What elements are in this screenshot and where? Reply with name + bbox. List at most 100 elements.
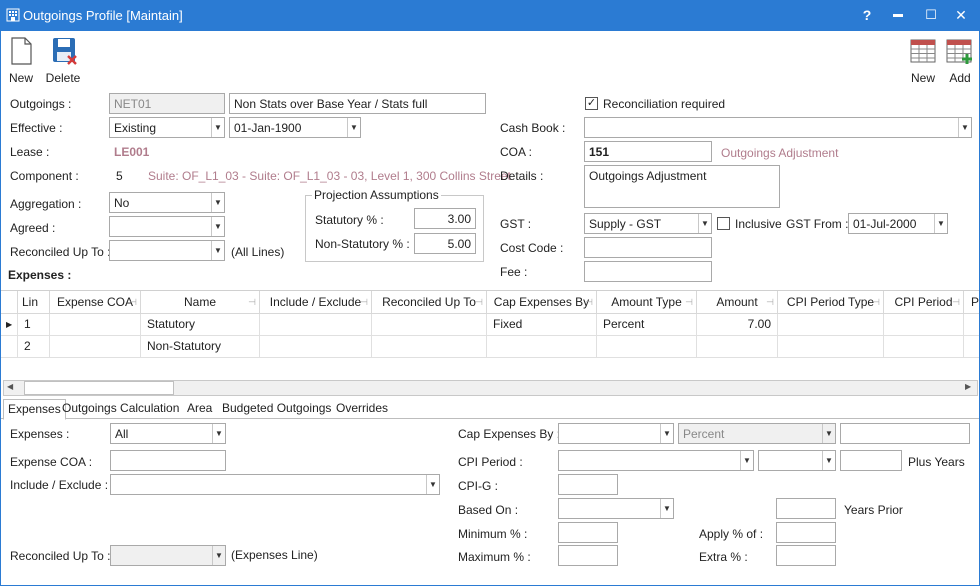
column-header[interactable]: P [964,291,979,314]
expense-coa-label: Expense COA : [10,455,93,469]
cpi-period-secondary-select[interactable]: ▼ [758,450,836,471]
table-cell[interactable] [964,336,979,358]
include-exclude-select[interactable]: ▼ [110,474,440,495]
minimize-button[interactable]: ▬ [887,4,909,26]
outgoings-label: Outgoings : [10,97,72,111]
add-button[interactable]: Add [944,36,976,85]
table-cell[interactable]: 2 [18,336,50,358]
non-statutory-field[interactable]: 5.00 [414,233,476,254]
expenses-grid: Lin Expense COA ⊣ Name ⊣ Include / Exclude… [1,290,979,380]
cap-amount-field[interactable] [840,423,970,444]
table-cell[interactable] [778,314,884,336]
column-header[interactable]: Name ⊣ [141,291,260,314]
apply-field[interactable] [776,522,836,543]
plus-years-field[interactable] [840,450,902,471]
table-cell[interactable]: Fixed [487,314,597,336]
aggregation-select[interactable]: No ▼ [109,192,225,213]
gst-label: GST : [500,217,532,231]
delete-button[interactable]: Delete [43,36,83,85]
tab-expenses[interactable]: Expenses [3,399,66,420]
statutory-field[interactable]: 3.00 [414,208,476,229]
table-cell[interactable] [50,314,141,336]
column-header[interactable]: Expense COA ⊣ [50,291,141,314]
column-header[interactable]: CPI Period Type ⊣ [778,291,884,314]
component-label: Component : [10,169,79,183]
cost-code-field[interactable] [584,237,712,258]
maximize-button[interactable]: ☐ [920,4,942,26]
table-cell[interactable] [372,314,487,336]
table-cell[interactable] [487,336,597,358]
detail-reconciled-select[interactable]: ▼ [110,545,226,566]
details-field[interactable]: Outgoings Adjustment [584,165,780,208]
effective-date-picker[interactable]: 01-Jan-1900 ▼ [229,117,361,138]
expense-coa-field[interactable] [110,450,226,471]
table-cell[interactable]: 1 [18,314,50,336]
new-line-button[interactable]: New [906,36,940,85]
table-cell[interactable] [372,336,487,358]
inclusive-checkbox[interactable] [717,217,730,230]
minimum-field[interactable] [558,522,618,543]
chevron-down-icon: ▼ [211,217,224,236]
years-prior-label: Years Prior [844,503,903,517]
table-cell[interactable]: Non-Statutory [141,336,260,358]
column-header-label: Name [183,295,216,309]
column-header[interactable]: CPI Period ⊣ [884,291,964,314]
table-cell[interactable] [260,336,372,358]
scroll-right-icon[interactable]: ▶ [965,382,971,391]
detail-expenses-select[interactable]: All ▼ [110,423,226,444]
cap-expenses-select[interactable]: ▼ [558,423,674,444]
agreed-select[interactable]: ▼ [109,216,225,237]
cap-type-value: Percent [683,427,725,441]
based-on-select[interactable]: ▼ [558,498,674,519]
row-selector[interactable] [1,336,18,358]
tab-overrides[interactable]: Overrides [332,399,392,419]
new-button[interactable]: New [5,36,37,85]
tab-budgeted-outgoings[interactable]: Budgeted Outgoings [218,399,335,419]
outgoings-code-field[interactable]: NET01 [109,93,225,114]
table-cell[interactable] [778,336,884,358]
table-cell[interactable] [597,336,697,358]
grid-add-icon [946,39,972,64]
table-cell[interactable] [50,336,141,358]
column-header[interactable]: Reconciled Up To ⊣ [372,291,487,314]
years-prior-field[interactable] [776,498,836,519]
table-cell[interactable] [260,314,372,336]
table-cell[interactable]: 7.00 [697,314,778,336]
help-button[interactable]: ? [856,4,878,26]
column-header[interactable]: Amount Type ⊣ [597,291,697,314]
table-cell[interactable]: Statutory [141,314,260,336]
reconciled-select[interactable]: ▼ [109,240,225,261]
gst-from-date-picker[interactable]: 01-Jul-2000 ▼ [848,213,948,234]
gst-select[interactable]: Supply - GST ▼ [584,213,712,234]
cash-book-select[interactable]: ▼ [584,117,972,138]
row-pointer-icon[interactable]: ▶ [1,314,18,336]
agreed-label: Agreed : [10,221,56,235]
cap-type-select[interactable]: Percent ▼ [678,423,836,444]
table-cell[interactable]: Percent [597,314,697,336]
tab-area[interactable]: Area [183,399,216,419]
column-header[interactable]: Cap Expenses By ⊣ [487,291,597,314]
outgoings-description-field[interactable]: Non Stats over Base Year / Stats full [229,93,486,114]
scrollbar-thumb[interactable] [24,381,174,395]
lease-link[interactable]: LE001 [114,145,149,159]
coa-field[interactable]: 151 [584,141,712,162]
extra-label: Extra % : [699,550,748,564]
effective-select[interactable]: Existing ▼ [109,117,225,138]
cpi-period-select[interactable]: ▼ [558,450,754,471]
column-header[interactable]: Include / Exclude ⊣ [260,291,372,314]
extra-field[interactable] [776,545,836,566]
tab-outgoings-calculation[interactable]: Outgoings Calculation [58,399,183,419]
table-cell[interactable] [964,314,979,336]
table-cell[interactable] [884,336,964,358]
table-cell[interactable] [697,336,778,358]
horizontal-scrollbar[interactable]: ◀ ▶ [3,380,978,396]
close-button[interactable]: ✕ [950,4,972,26]
scroll-left-icon[interactable]: ◀ [7,382,13,391]
cpi-g-field[interactable] [558,474,618,495]
column-header[interactable]: Amount ⊣ [697,291,778,314]
fee-field[interactable] [584,261,712,282]
maximum-field[interactable] [558,545,618,566]
table-cell[interactable] [884,314,964,336]
reconciliation-checkbox[interactable]: ✓ [585,97,598,110]
column-header[interactable]: Lin [18,291,50,314]
